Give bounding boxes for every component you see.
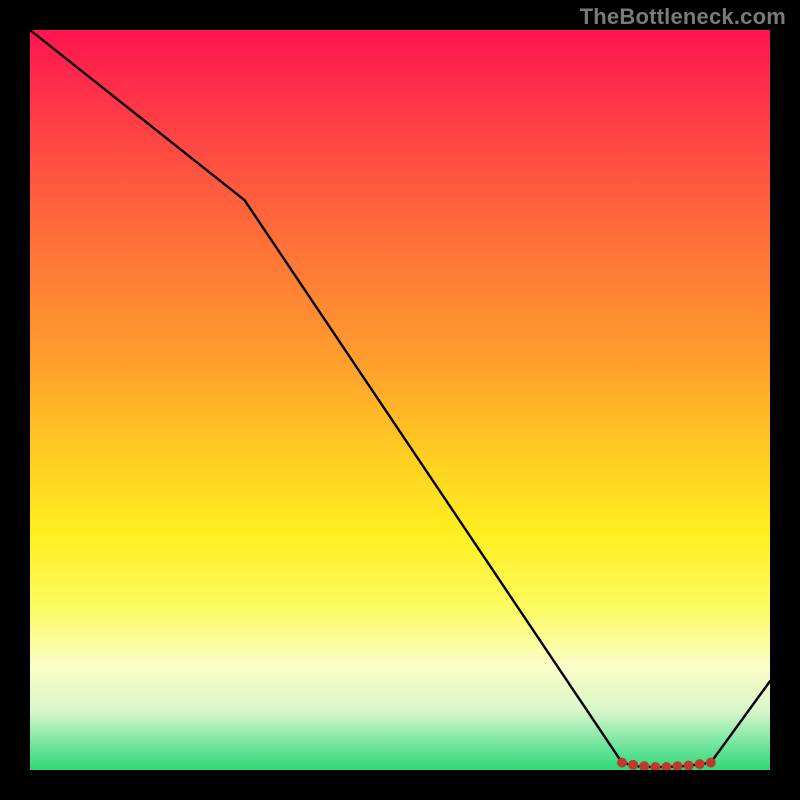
marker-dot (673, 761, 683, 770)
chart-svg (30, 30, 770, 770)
marker-dot (628, 760, 638, 770)
marker-group (617, 758, 716, 770)
marker-dot (650, 762, 660, 770)
marker-dot (661, 762, 671, 770)
watermark-text: TheBottleneck.com (580, 4, 786, 30)
marker-dot (617, 758, 627, 768)
marker-dot (706, 758, 716, 768)
marker-dot (695, 759, 705, 769)
curve-line (30, 30, 770, 767)
plot-area (30, 30, 770, 770)
marker-dot (639, 761, 649, 770)
marker-dot (684, 761, 694, 770)
chart-frame: TheBottleneck.com (0, 0, 800, 800)
